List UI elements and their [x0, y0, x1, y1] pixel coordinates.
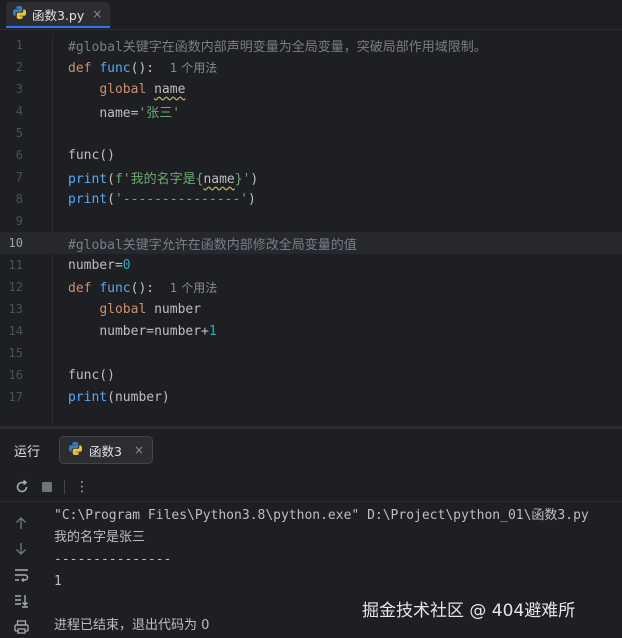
- keyword: def: [68, 60, 92, 76]
- up-arrow-icon[interactable]: [11, 513, 31, 533]
- number-literal: 0: [122, 257, 131, 273]
- line-number: 9: [15, 214, 23, 228]
- function-name: func: [99, 60, 131, 76]
- function-call: func(): [68, 147, 115, 163]
- code-punct: ():: [130, 280, 155, 296]
- code-line-9: 9: [0, 210, 622, 232]
- code-line-4: 4 name='张三': [0, 100, 622, 122]
- line-number: 2: [15, 60, 23, 74]
- console-line: "C:\Program Files\Python3.8\python.exe" …: [54, 508, 589, 523]
- string-literal: '---------------': [114, 191, 249, 207]
- code-line-5: 5: [0, 122, 622, 144]
- code-line-15: 15: [0, 342, 622, 364]
- line-number: 11: [8, 258, 23, 272]
- function-name: func: [99, 280, 131, 296]
- python-file-icon: [12, 5, 27, 24]
- line-number: 13: [8, 302, 23, 316]
- code-punct: ): [250, 171, 259, 187]
- close-icon[interactable]: ×: [92, 7, 102, 21]
- keyword: global: [99, 81, 147, 97]
- code-punct: (number): [107, 389, 170, 405]
- line-number: 5: [15, 126, 23, 140]
- comment: #global关键字允许在函数内部修改全局变量的值: [68, 237, 357, 253]
- line-number: 16: [8, 368, 23, 382]
- line-number: 7: [15, 170, 23, 184]
- code-line-16: 16 func(): [0, 364, 622, 386]
- line-number: 8: [15, 192, 23, 206]
- console-line: 我的名字是张三: [54, 530, 146, 545]
- code-line-8: 8 print('---------------'): [0, 188, 622, 210]
- editor-tab-file[interactable]: 函数3.py ×: [6, 2, 111, 28]
- code-line-7: 7 print(f'我的名字是{name}'): [0, 166, 622, 188]
- variable: name: [154, 81, 186, 97]
- console-side-toolbar: [0, 505, 40, 638]
- line-number: 3: [15, 82, 23, 96]
- scroll-to-end-icon[interactable]: [11, 591, 31, 611]
- number-literal: 1: [208, 323, 217, 339]
- line-number: 1: [15, 38, 23, 52]
- code-punct: (: [107, 191, 115, 207]
- tab-filename: 函数3.py: [32, 7, 85, 23]
- code-line-12: 12 def func(): 1 个用法: [0, 276, 622, 298]
- code-line-11: 11 number=0: [0, 254, 622, 276]
- run-toolbar: ⋮: [0, 472, 622, 502]
- run-panel-title: 运行: [14, 445, 41, 460]
- watermark: 掘金技术社区 @ 404避难所: [362, 601, 576, 621]
- code-punct: ():: [130, 60, 155, 76]
- stop-icon[interactable]: [37, 477, 57, 497]
- panel-splitter[interactable]: [0, 426, 622, 429]
- down-arrow-icon[interactable]: [11, 539, 31, 559]
- console-line: 进程已结束，退出代码为 0: [54, 618, 210, 633]
- line-number: 15: [8, 346, 23, 360]
- code-line-14: 14 number=number+1: [0, 320, 622, 342]
- usage-hint[interactable]: 1 个用法: [170, 61, 217, 75]
- editor-tab-bar: 函数3.py ×: [0, 0, 622, 30]
- python-file-icon: [68, 441, 83, 460]
- function-call: func(): [68, 367, 115, 383]
- code-line-2: 2 def func(): 1 个用法: [0, 56, 622, 78]
- rerun-icon[interactable]: [12, 477, 32, 497]
- assignment: number=: [68, 257, 123, 273]
- line-number: 4: [15, 104, 23, 118]
- close-icon[interactable]: ×: [134, 443, 144, 457]
- line-number: 6: [15, 148, 23, 162]
- keyword: def: [68, 280, 92, 296]
- run-config-tab[interactable]: 函数3 ×: [59, 436, 154, 464]
- more-icon[interactable]: ⋮: [72, 477, 92, 497]
- builtin-print: print: [68, 171, 108, 187]
- code-punct: ): [248, 191, 256, 207]
- line-number: 17: [8, 390, 23, 404]
- builtin-print: print: [68, 389, 108, 405]
- usage-hint[interactable]: 1 个用法: [170, 281, 217, 295]
- assignment: number=number+: [99, 323, 209, 339]
- code-line-13: 13 global number: [0, 298, 622, 320]
- variable: number: [154, 301, 202, 317]
- code-line-3: 3 global name: [0, 78, 622, 100]
- code-line-10: 10 #global关键字允许在函数内部修改全局变量的值: [0, 232, 622, 254]
- code-line-6: 6 func(): [0, 144, 622, 166]
- variable: name: [203, 171, 235, 187]
- builtin-print: print: [68, 191, 108, 207]
- line-number: 14: [8, 324, 23, 338]
- assignment: name=: [99, 105, 139, 121]
- console-line: ---------------: [54, 552, 172, 567]
- code-editor[interactable]: 1 #global关键字在函数内部声明变量为全局变量，突破局部作用域限制。 2 …: [0, 34, 622, 424]
- code-punct: (: [107, 171, 115, 187]
- run-panel-header: 运行 函数3 ×: [0, 430, 622, 468]
- console-line: 1: [54, 574, 62, 589]
- keyword: global: [99, 301, 147, 317]
- line-number: 10: [8, 236, 23, 250]
- soft-wrap-icon[interactable]: [11, 565, 31, 585]
- fstring-part: }': [234, 171, 251, 187]
- toolbar-divider: [64, 480, 65, 494]
- comment: #global关键字在函数内部声明变量为全局变量，突破局部作用域限制。: [68, 39, 487, 55]
- string-literal: '张三': [138, 105, 181, 121]
- print-icon[interactable]: [11, 617, 31, 637]
- fstring-part: f'我的名字是{: [114, 171, 204, 187]
- run-tab-label: 函数3: [89, 443, 122, 459]
- code-line-1: 1 #global关键字在函数内部声明变量为全局变量，突破局部作用域限制。: [0, 34, 622, 56]
- line-number: 12: [8, 280, 23, 294]
- code-line-17: 17 print(number): [0, 386, 622, 408]
